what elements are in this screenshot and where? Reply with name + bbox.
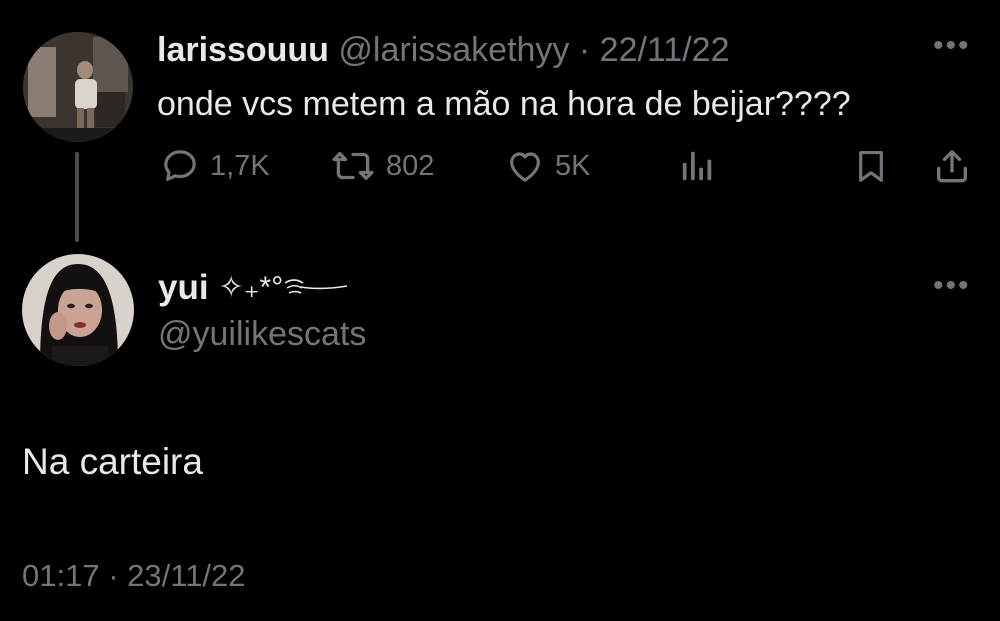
- more-dots-icon[interactable]: •••: [933, 271, 971, 301]
- display-name[interactable]: larissouuu: [157, 31, 329, 69]
- wave-swirl-icon: [284, 279, 348, 294]
- separator-dot: ·: [108, 558, 119, 593]
- decoration-symbols: ✧₊*°: [218, 271, 284, 304]
- more-dots-icon[interactable]: •••: [933, 31, 971, 61]
- reply-bubble-icon: [164, 150, 196, 181]
- share-button[interactable]: [932, 146, 972, 186]
- avatar-larissouuu[interactable]: [23, 32, 133, 142]
- retweet-icon: [332, 152, 374, 180]
- thread-connector-line: [75, 152, 79, 242]
- reply-count: 1,7K: [210, 149, 270, 182]
- parent-tweet-header: larissouuu @larissakethyy · 22/11/22: [157, 30, 729, 70]
- user-handle[interactable]: @yuilikescats: [158, 314, 366, 354]
- like-button[interactable]: 5K: [505, 146, 590, 186]
- like-count: 5K: [555, 149, 591, 182]
- reply-button[interactable]: 1,7K: [160, 146, 270, 186]
- bookmark-icon: [859, 150, 883, 182]
- retweet-count: 802: [386, 149, 435, 182]
- views-button[interactable]: [678, 146, 716, 186]
- avatar-photo: [22, 254, 134, 366]
- retweet-button[interactable]: 802: [330, 146, 434, 186]
- heart-icon: [510, 152, 540, 182]
- bookmark-button[interactable]: [852, 146, 890, 186]
- tweet-time: 01:17: [22, 558, 100, 593]
- reply-display-name[interactable]: yui ✧₊*°: [158, 268, 349, 308]
- avatar-yui[interactable]: [22, 254, 134, 366]
- display-name: yui: [158, 268, 209, 307]
- analytics-bars-icon: [682, 151, 712, 181]
- share-upload-icon: [937, 150, 967, 183]
- tweet-date: 23/11/22: [127, 558, 246, 593]
- parent-tweet-text: onde vcs metem a mão na hora de beijar??…: [157, 85, 851, 123]
- user-handle[interactable]: @larissakethyy: [338, 31, 569, 69]
- reply-timestamp[interactable]: 01:17 · 23/11/22: [22, 557, 246, 595]
- separator-dot: ·: [578, 31, 591, 69]
- avatar-photo: [23, 32, 133, 142]
- reply-tweet-text: Na carteira: [22, 441, 203, 482]
- name-decoration: ✧₊*°: [219, 268, 350, 308]
- tweet-date[interactable]: 22/11/22: [600, 31, 730, 69]
